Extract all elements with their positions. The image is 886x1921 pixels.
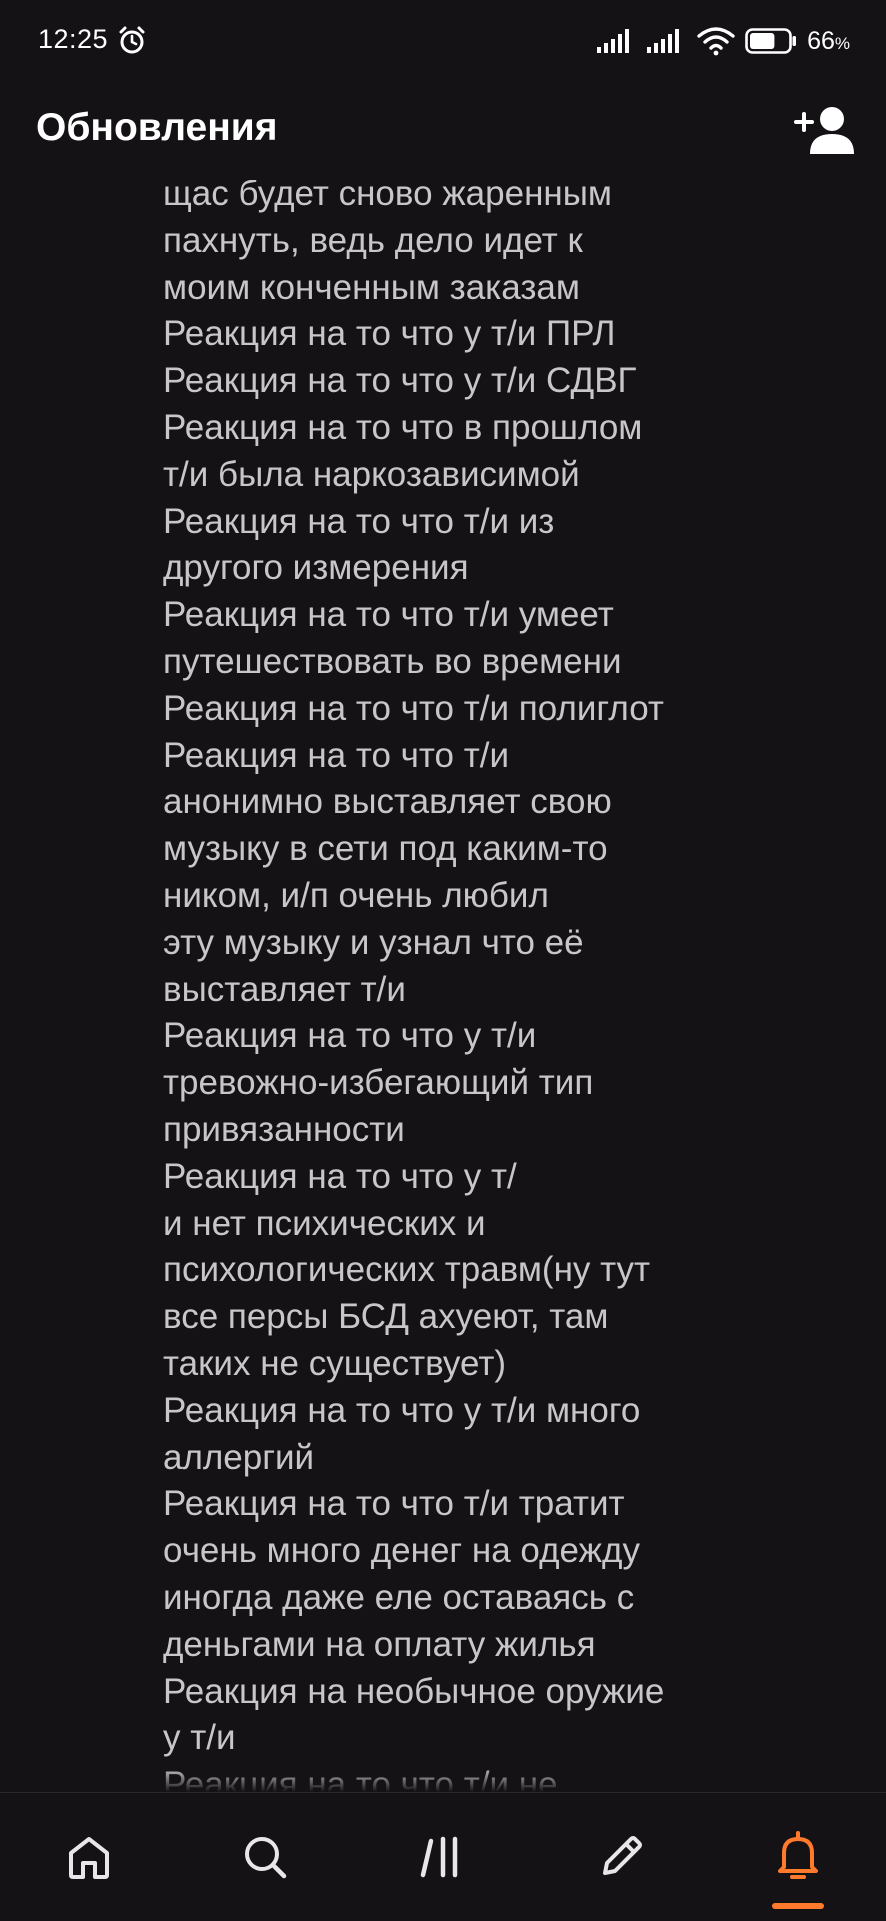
content-fade <box>0 1768 886 1792</box>
page-title: Обновления <box>36 106 278 149</box>
status-indicators: 66% <box>597 24 850 58</box>
status-time: 12:25 <box>38 24 109 54</box>
status-bar: 12:25 66% <box>0 0 886 84</box>
search-icon <box>245 1837 287 1879</box>
add-friend-icon[interactable] <box>792 102 856 158</box>
content-scroll-area[interactable]: щас будет сново жаренным пахнуть, ведь д… <box>0 180 886 1792</box>
wifi-icon <box>697 27 735 56</box>
nav-notifications[interactable] <box>762 1821 834 1893</box>
nav-home[interactable] <box>53 1821 125 1893</box>
alarm-clock-icon <box>119 26 145 54</box>
app-bar: Обновления <box>0 84 886 180</box>
home-icon <box>69 1837 109 1879</box>
nav-write[interactable] <box>585 1821 657 1893</box>
nav-library[interactable] <box>407 1821 479 1893</box>
bell-icon <box>778 1831 818 1879</box>
bottom-navigation <box>0 1792 886 1921</box>
battery-icon <box>745 28 797 54</box>
nav-search[interactable] <box>229 1821 301 1893</box>
post-text: щас будет сново жаренным пахнуть, ведь д… <box>163 180 665 1792</box>
signal-strength-icon <box>597 29 630 53</box>
signal-strength-secondary-icon <box>647 29 680 53</box>
active-tab-indicator <box>772 1903 824 1909</box>
pencil-icon <box>603 1836 642 1875</box>
battery-percent: 66% <box>807 26 850 55</box>
library-icon <box>420 1836 458 1878</box>
